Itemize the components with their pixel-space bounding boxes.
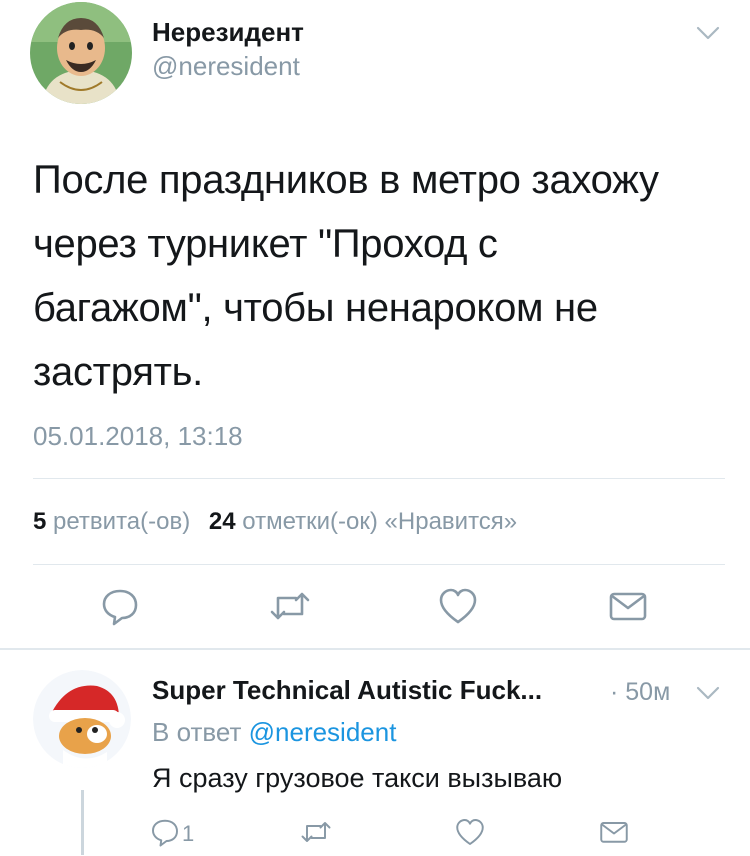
reply-reply-button[interactable]: 1 [150,812,210,856]
divider [33,564,725,565]
envelope-icon [598,817,630,852]
retweets-label: ретвита(-ов) [53,508,191,535]
likes-stat[interactable]: 24 отметки(-ок) «Нравится» [209,508,517,535]
heart-icon [437,586,479,631]
retweet-icon [299,817,333,852]
tweet-text-line: через турникет "Проход с [33,222,498,266]
tweet-text-line: застрять. [33,350,203,394]
reply-time[interactable]: · 50м [610,676,670,708]
section-separator [0,648,750,650]
reply-like-button[interactable] [448,812,492,856]
chevron-down-icon[interactable] [692,20,724,46]
direct-message-button[interactable] [606,586,650,630]
tweet-text-line: багажом", чтобы ненароком не [33,286,598,330]
author-handle[interactable]: @neresident [152,50,300,82]
in-reply-to: В ответ @neresident [152,716,396,748]
author-avatar[interactable] [30,2,132,104]
author-name[interactable]: Нерезидент [152,16,304,48]
in-reply-to-handle[interactable]: @neresident [249,717,397,747]
reply-button[interactable] [98,586,142,630]
reply-text: Я сразу грузовое такси вызываю [152,763,563,793]
reply-avatar[interactable] [33,670,131,768]
reply-direct-message-button[interactable] [592,812,636,856]
tweet-timestamp[interactable]: 05.01.2018, 13:18 [33,420,243,452]
reply-count: 1 [182,821,195,846]
reply-icon [150,817,180,852]
retweets-stat[interactable]: 5 ретвита(-ов) [33,508,197,535]
tweet-stats: 5 ретвита(-ов) 24 отметки(-ок) «Нравится… [33,506,517,538]
envelope-icon [608,586,648,631]
like-button[interactable] [436,586,480,630]
thread-line [81,790,84,855]
reply-author-name[interactable]: Super Technical Autistic Fuck... [152,674,542,706]
tweet-text-line: После праздников в метро захожу [33,158,659,202]
likes-count: 24 [208,508,236,535]
reply-icon [100,586,140,631]
likes-label: отметки(-ок) «Нравится» [242,508,518,535]
chevron-down-icon[interactable] [692,680,724,706]
retweet-icon [268,586,312,631]
in-reply-to-prefix: В ответ [152,717,242,747]
retweet-button[interactable] [268,586,312,630]
divider [33,478,725,479]
reply-retweet-button[interactable] [294,812,338,856]
tweet-text: После праздников в метро захожу через ту… [33,148,723,404]
heart-icon [454,817,486,852]
retweets-count: 5 [33,508,47,535]
